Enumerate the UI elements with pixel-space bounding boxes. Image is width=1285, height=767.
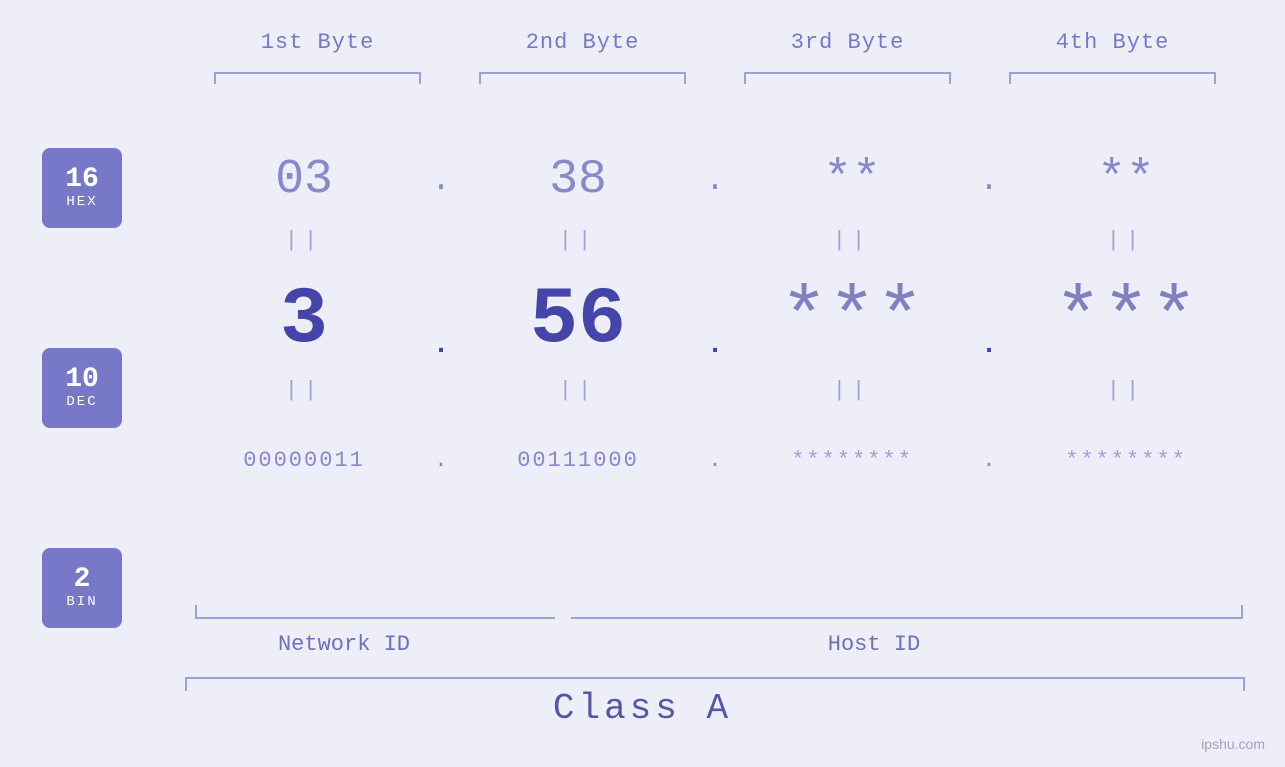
bin-val-2: 00111000 — [517, 448, 639, 473]
hex-sep-3: . — [971, 162, 1007, 199]
dec-sep-3: . — [971, 330, 1007, 361]
id-labels-row: Network ID Host ID — [185, 632, 1245, 657]
dec-val-3: *** — [780, 275, 924, 366]
eq-6: || — [459, 378, 697, 403]
hex-badge: 16 HEX — [42, 148, 122, 228]
dec-sep-2: . — [697, 330, 733, 361]
hex-row: 03 . 38 . ** . ** — [185, 140, 1245, 220]
eq-7: || — [733, 378, 971, 403]
byte-label-1: 1st Byte — [185, 30, 450, 55]
dec-sep-1: . — [423, 330, 459, 361]
class-label: Class A — [0, 688, 1285, 729]
bin-badge: 2 BIN — [42, 548, 122, 628]
top-brackets — [185, 72, 1245, 74]
eq-4: || — [1007, 228, 1245, 253]
hex-val-3: ** — [823, 153, 881, 207]
bin-sep-3: . — [971, 448, 1007, 473]
eq-5: || — [185, 378, 423, 403]
hex-val-2: 38 — [549, 153, 607, 207]
hex-sep-1: . — [423, 162, 459, 199]
eq-2: || — [459, 228, 697, 253]
bin-sep-2: . — [697, 448, 733, 473]
host-id-bottom-line — [571, 617, 1244, 619]
eq-row-2: || || || || — [185, 370, 1245, 410]
full-bottom-bracket — [185, 677, 1245, 679]
eq-3: || — [733, 228, 971, 253]
bin-sep-1: . — [423, 448, 459, 473]
bin-val-3: ******** — [791, 448, 913, 473]
main-container: 1st Byte 2nd Byte 3rd Byte 4th Byte 16 H… — [0, 0, 1285, 767]
network-id-label: Network ID — [185, 632, 503, 657]
hex-val-4: ** — [1097, 153, 1155, 207]
byte-labels: 1st Byte 2nd Byte 3rd Byte 4th Byte — [185, 30, 1245, 55]
content-grid: 03 . 38 . ** . ** || || || || — [185, 130, 1245, 500]
eq-row-1: || || || || — [185, 220, 1245, 260]
byte-label-3: 3rd Byte — [715, 30, 980, 55]
host-id-label: Host ID — [503, 632, 1245, 657]
dec-row: 3 . 56 . *** . *** — [185, 270, 1245, 370]
watermark: ipshu.com — [1201, 736, 1265, 752]
bin-val-1: 00000011 — [243, 448, 365, 473]
bin-row: 00000011 . 00111000 . ******** . *******… — [185, 420, 1245, 500]
hex-sep-2: . — [697, 162, 733, 199]
dec-val-1: 3 — [280, 275, 328, 366]
byte-label-2: 2nd Byte — [450, 30, 715, 55]
hex-val-1: 03 — [275, 153, 333, 207]
dec-badge: 10 DEC — [42, 348, 122, 428]
dec-val-2: 56 — [530, 275, 626, 366]
byte-label-4: 4th Byte — [980, 30, 1245, 55]
eq-1: || — [185, 228, 423, 253]
eq-8: || — [1007, 378, 1245, 403]
bin-val-4: ******** — [1065, 448, 1187, 473]
network-id-bottom-line — [195, 617, 555, 619]
base-badges: 16 HEX 10 DEC 2 BIN — [42, 148, 122, 628]
dec-val-4: *** — [1054, 275, 1198, 366]
